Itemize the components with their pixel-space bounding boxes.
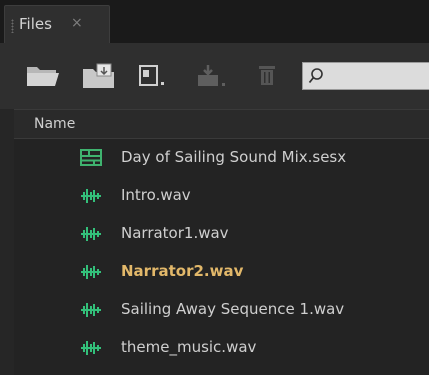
waveform-icon: [80, 187, 102, 205]
multitrack-session-icon: [80, 149, 102, 167]
files-toolbar: [0, 43, 429, 109]
open-folder-icon[interactable]: [26, 63, 60, 89]
files-panel: Files × Name Day of Sailing Sound Mix.se…: [0, 0, 429, 375]
panel-left-gutter: [0, 109, 14, 375]
waveform-icon: [80, 225, 102, 243]
search-icon: [308, 67, 324, 89]
file-name: Intro.wav: [121, 186, 191, 204]
file-row[interactable]: Day of Sailing Sound Mix.sesx: [14, 139, 429, 177]
new-file-dropdown-icon[interactable]: [138, 63, 168, 89]
file-name: Sailing Away Sequence 1.wav: [121, 300, 345, 318]
file-row[interactable]: Intro.wav: [14, 177, 429, 215]
search-input[interactable]: [302, 62, 429, 90]
file-name: Day of Sailing Sound Mix.sesx: [121, 148, 347, 166]
tab-files-label: Files: [19, 15, 52, 33]
file-list: Day of Sailing Sound Mix.sesx Intro.wav …: [14, 139, 429, 367]
column-header-name-label: Name: [34, 116, 76, 132]
tab-files[interactable]: Files ×: [4, 5, 110, 44]
panel-tab-bar: Files ×: [0, 0, 429, 44]
import-file-icon[interactable]: [82, 63, 118, 89]
file-row[interactable]: theme_music.wav: [14, 329, 429, 367]
column-header-name[interactable]: Name: [14, 109, 429, 139]
waveform-icon: [80, 339, 102, 357]
file-row[interactable]: Narrator1.wav: [14, 215, 429, 253]
insert-into-multitrack-icon[interactable]: [196, 63, 228, 89]
file-name: Narrator2.wav: [121, 262, 244, 280]
file-row[interactable]: Sailing Away Sequence 1.wav: [14, 291, 429, 329]
panel-grip-handle[interactable]: [11, 19, 14, 33]
file-name: Narrator1.wav: [121, 224, 229, 242]
file-row-selected[interactable]: Narrator2.wav: [14, 253, 429, 291]
delete-icon[interactable]: [256, 63, 278, 89]
file-name: theme_music.wav: [121, 338, 257, 356]
waveform-icon: [80, 301, 102, 319]
waveform-icon: [80, 263, 102, 281]
tab-close-icon[interactable]: ×: [71, 15, 83, 31]
